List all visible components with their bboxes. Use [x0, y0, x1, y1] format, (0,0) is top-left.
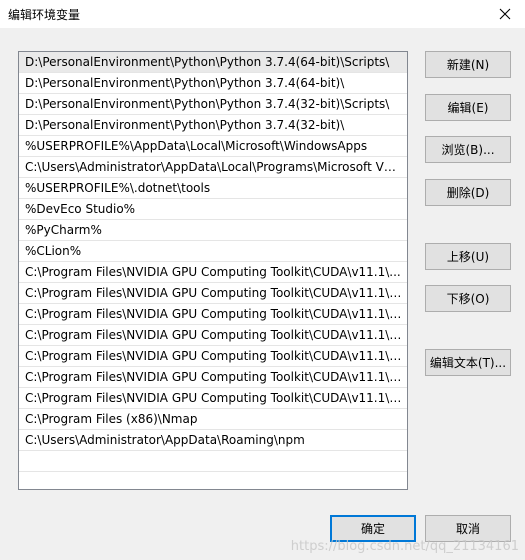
- edit-button[interactable]: 编辑(E): [425, 94, 511, 121]
- window-title: 编辑环境变量: [8, 8, 81, 22]
- ok-button[interactable]: 确定: [330, 515, 416, 542]
- list-item[interactable]: %DevEco Studio%: [19, 199, 407, 220]
- edit-text-button[interactable]: 编辑文本(T)...: [425, 349, 511, 376]
- path-list[interactable]: D:\PersonalEnvironment\Python\Python 3.7…: [18, 51, 408, 490]
- close-button[interactable]: [493, 2, 517, 26]
- delete-button[interactable]: 删除(D): [425, 179, 511, 206]
- list-item[interactable]: C:\Program Files\NVIDIA GPU Computing To…: [19, 367, 407, 388]
- list-item[interactable]: C:\Program Files\NVIDIA GPU Computing To…: [19, 262, 407, 283]
- move-down-button[interactable]: 下移(O): [425, 285, 511, 312]
- list-item[interactable]: %PyCharm%: [19, 220, 407, 241]
- list-item[interactable]: C:\Program Files\NVIDIA GPU Computing To…: [19, 304, 407, 325]
- cancel-button[interactable]: 取消: [425, 515, 511, 542]
- list-item[interactable]: D:\PersonalEnvironment\Python\Python 3.7…: [19, 94, 407, 115]
- list-item[interactable]: D:\PersonalEnvironment\Python\Python 3.7…: [19, 115, 407, 136]
- list-item[interactable]: %USERPROFILE%\.dotnet\tools: [19, 178, 407, 199]
- list-item[interactable]: C:\Users\Administrator\AppData\Local\Pro…: [19, 157, 407, 178]
- list-item[interactable]: C:\Program Files (x86)\Nmap: [19, 409, 407, 430]
- browse-button[interactable]: 浏览(B)...: [425, 136, 511, 163]
- list-item[interactable]: C:\Program Files\NVIDIA GPU Computing To…: [19, 325, 407, 346]
- list-item[interactable]: D:\PersonalEnvironment\Python\Python 3.7…: [19, 73, 407, 94]
- list-item[interactable]: %CLion%: [19, 241, 407, 262]
- move-up-button[interactable]: 上移(U): [425, 243, 511, 270]
- list-item[interactable]: C:\Program Files\NVIDIA GPU Computing To…: [19, 283, 407, 304]
- list-item[interactable]: [19, 451, 407, 472]
- list-item[interactable]: C:\Users\Administrator\AppData\Roaming\n…: [19, 430, 407, 451]
- list-item[interactable]: D:\PersonalEnvironment\Python\Python 3.7…: [19, 52, 407, 73]
- new-button[interactable]: 新建(N): [425, 51, 511, 78]
- close-icon: [499, 8, 511, 20]
- title-bar: 编辑环境变量: [0, 0, 525, 28]
- list-item[interactable]: C:\Program Files\NVIDIA GPU Computing To…: [19, 346, 407, 367]
- list-item[interactable]: %USERPROFILE%\AppData\Local\Microsoft\Wi…: [19, 136, 407, 157]
- list-item[interactable]: C:\Program Files\NVIDIA GPU Computing To…: [19, 388, 407, 409]
